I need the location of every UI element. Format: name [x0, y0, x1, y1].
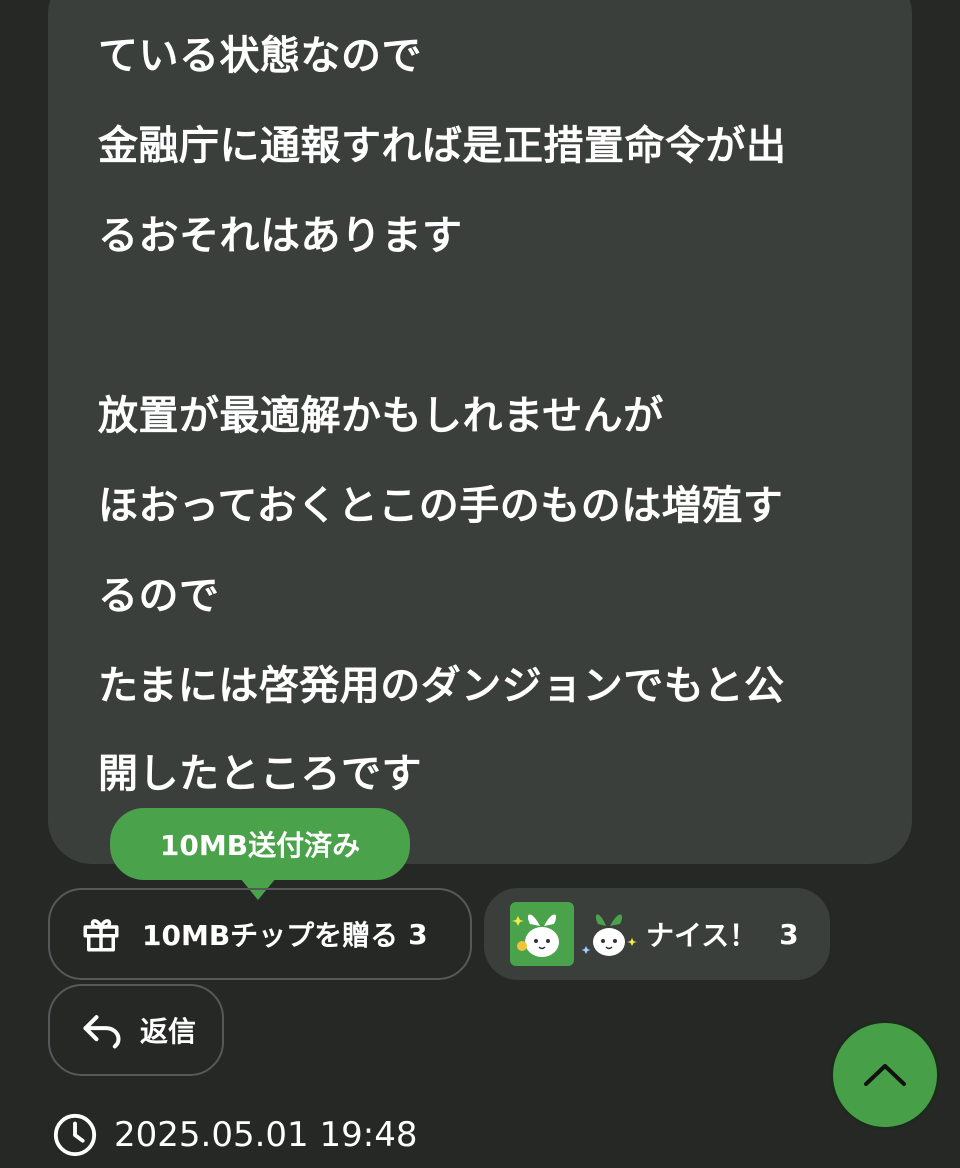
send-tip-button[interactable]: 10MBチップを贈る 3 — [48, 888, 472, 980]
post-timestamp: 2025.05.01 19:48 — [52, 1112, 417, 1158]
message-line: ている状態なので — [98, 33, 422, 79]
reaction-nice-button[interactable]: ナイス！ 3 — [484, 888, 830, 980]
message-line: るので — [98, 573, 220, 619]
send-tip-label: 10MBチップを贈る — [142, 919, 399, 952]
message-line: ほおっておくとこの手のものは増殖す — [98, 483, 784, 529]
message-line: 放置が最適解かもしれませんが — [98, 393, 664, 439]
mascot-thumbsup-icon — [510, 902, 574, 966]
post-detail: ている状態なので 金融庁に通報すれば是正措置命令が出 るおそれはあります 放置が… — [0, 0, 960, 1168]
reaction-count: 3 — [779, 917, 799, 951]
message-line: 金融庁に通報すれば是正措置命令が出 — [98, 123, 787, 169]
message-line: たまには啓発用のダンジョンでもと公 — [98, 663, 785, 709]
reply-button[interactable]: 返信 — [48, 984, 224, 1076]
clock-icon — [53, 1113, 97, 1157]
timestamp-text: 2025.05.01 19:48 — [114, 1115, 418, 1155]
message-line: 開したところです — [98, 751, 422, 797]
gift-icon — [83, 919, 119, 952]
chevron-up-icon — [864, 1064, 906, 1086]
tip-count: 3 — [408, 917, 428, 951]
mascot-sparkle-icon — [580, 902, 638, 966]
reply-icon — [83, 1015, 121, 1049]
scroll-to-top-button[interactable] — [830, 1020, 940, 1130]
reaction-label: ナイス！ — [646, 919, 758, 952]
message-line: るおそれはあります — [98, 213, 463, 259]
reply-label: 返信 — [140, 1015, 197, 1048]
tip-sent-tooltip: 10MB送付済み — [110, 808, 410, 880]
